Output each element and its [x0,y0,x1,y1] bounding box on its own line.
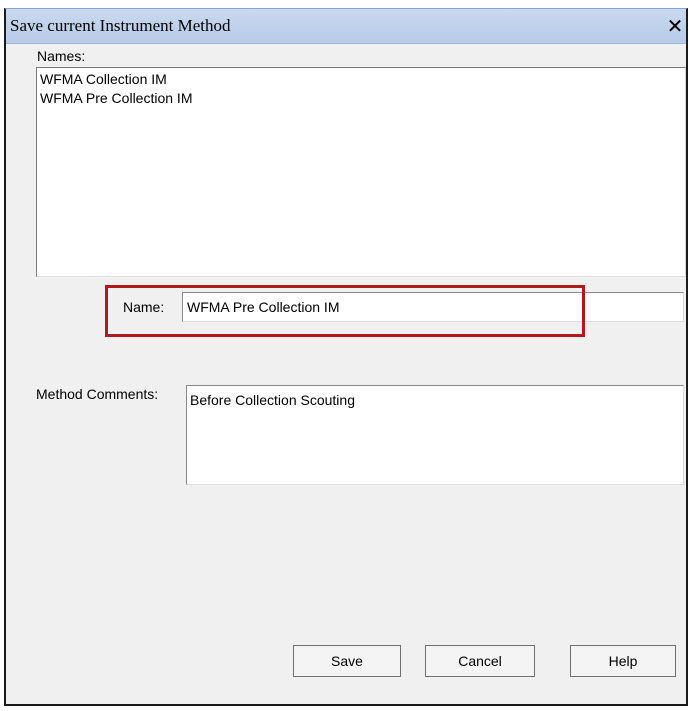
name-label: Name: [123,299,165,315]
save-button[interactable]: Save [293,645,401,677]
list-item[interactable]: WFMA Collection IM [40,70,682,89]
title-bar[interactable]: Save current Instrument Method ✕ [6,9,686,44]
list-item[interactable]: WFMA Pre Collection IM [40,89,682,108]
cancel-button[interactable]: Cancel [425,645,535,677]
name-input[interactable] [182,292,684,322]
close-icon[interactable]: ✕ [664,15,686,37]
help-button[interactable]: Help [570,645,676,677]
names-label: Names: [37,48,86,64]
dialog-title: Save current Instrument Method [10,16,231,35]
method-comments-label: Method Comments: [36,386,159,402]
save-instrument-method-dialog: Save current Instrument Method ✕ Names: … [4,8,688,706]
method-comments-field[interactable]: Before Collection Scouting [186,385,684,485]
names-list[interactable]: WFMA Collection IM WFMA Pre Collection I… [36,67,686,277]
